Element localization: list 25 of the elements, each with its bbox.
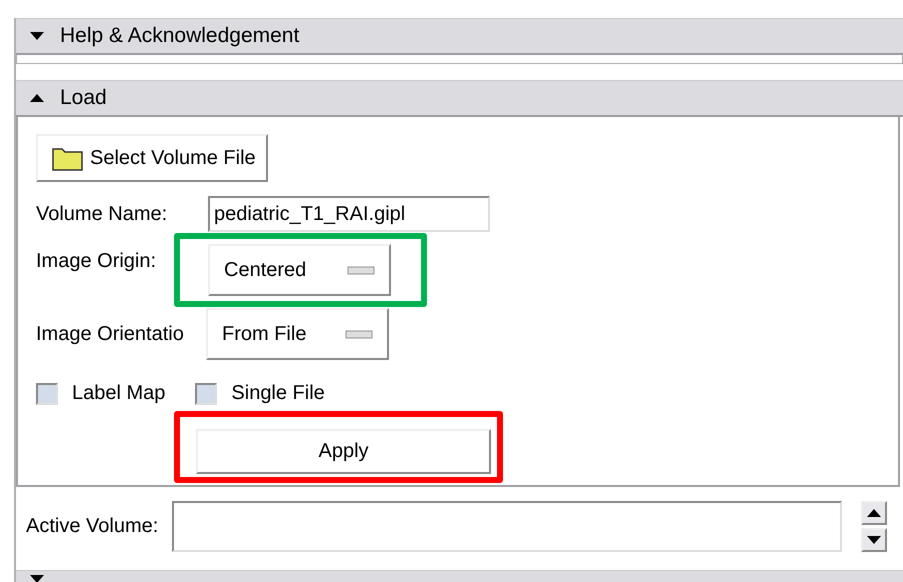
checkbox-label: Single File: [231, 382, 325, 405]
scroll-up-button[interactable]: [861, 501, 888, 525]
menu-indicator-icon: [347, 266, 375, 274]
field-label: Image Orientatio: [36, 322, 185, 346]
collapse-arrow-icon: [30, 94, 44, 102]
field-label: Image Origin:: [36, 250, 158, 273]
checkbox[interactable]: [195, 382, 218, 404]
up-arrow-icon: [867, 509, 882, 517]
volume-name-field[interactable]: pediatric_T1_RAI.gipl: [208, 196, 490, 232]
scroll-down-button[interactable]: [861, 528, 888, 552]
apply-button[interactable]: Apply: [196, 429, 491, 474]
dropdown-menu[interactable]: From File: [206, 308, 389, 360]
expand-arrow-icon: [30, 32, 44, 40]
expand-arrow-icon: [30, 575, 44, 582]
select-file-button[interactable]: Select Volume File: [36, 134, 268, 182]
dropdown-menu[interactable]: Centered: [208, 244, 391, 296]
checkbox[interactable]: [36, 382, 58, 404]
field-label: Volume Name:: [36, 202, 168, 226]
menu-indicator-icon: [345, 330, 373, 338]
down-arrow-icon: [867, 536, 882, 544]
checkbox-label: Label Map: [72, 382, 166, 405]
active-volume-field[interactable]: [172, 501, 842, 552]
field-label: Active Volume:: [26, 515, 158, 538]
section-header[interactable]: Help & Acknowledgement: [16, 18, 903, 55]
section-header[interactable]: Load: [16, 80, 903, 117]
